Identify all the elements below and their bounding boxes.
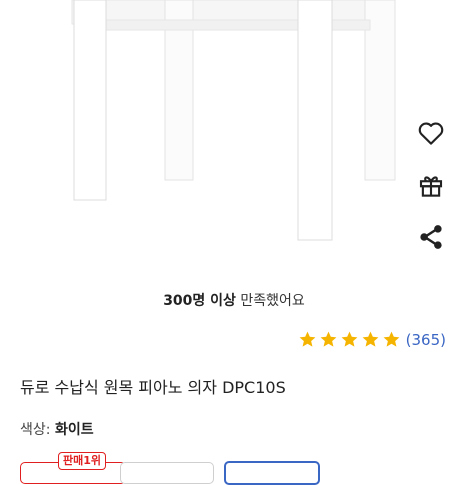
gift-icon[interactable] (416, 170, 446, 200)
color-option-selected[interactable] (224, 461, 320, 485)
star-icon (341, 331, 358, 347)
color-options: 판매1위 (20, 452, 450, 485)
color-selection: 색상: 화이트 (20, 419, 94, 439)
star-icon (299, 331, 316, 347)
side-actions (416, 118, 450, 274)
share-icon[interactable] (416, 222, 446, 252)
color-value: 화이트 (54, 422, 94, 438)
chair-leg-front-right (297, 0, 333, 241)
color-label: 색상: (20, 422, 55, 438)
star-icon (383, 331, 400, 347)
rating[interactable]: (365) (296, 330, 446, 349)
star-icon (362, 331, 379, 347)
satisfaction-count: 300명 이상 (163, 293, 236, 309)
satisfaction-text: 300명 이상 만족했어요 (0, 290, 468, 310)
color-option-2[interactable] (120, 462, 214, 484)
product-image (71, 0, 396, 241)
product-title: 듀로 수납식 원목 피아노 의자 DPC10S (20, 378, 286, 397)
heart-icon[interactable] (416, 118, 446, 148)
review-count-link[interactable]: (365) (406, 331, 446, 349)
chair-leg-front-left (73, 0, 107, 201)
best-seller-badge: 판매1위 (58, 452, 107, 470)
star-icon (320, 331, 337, 347)
satisfaction-suffix: 만족했어요 (235, 293, 305, 309)
